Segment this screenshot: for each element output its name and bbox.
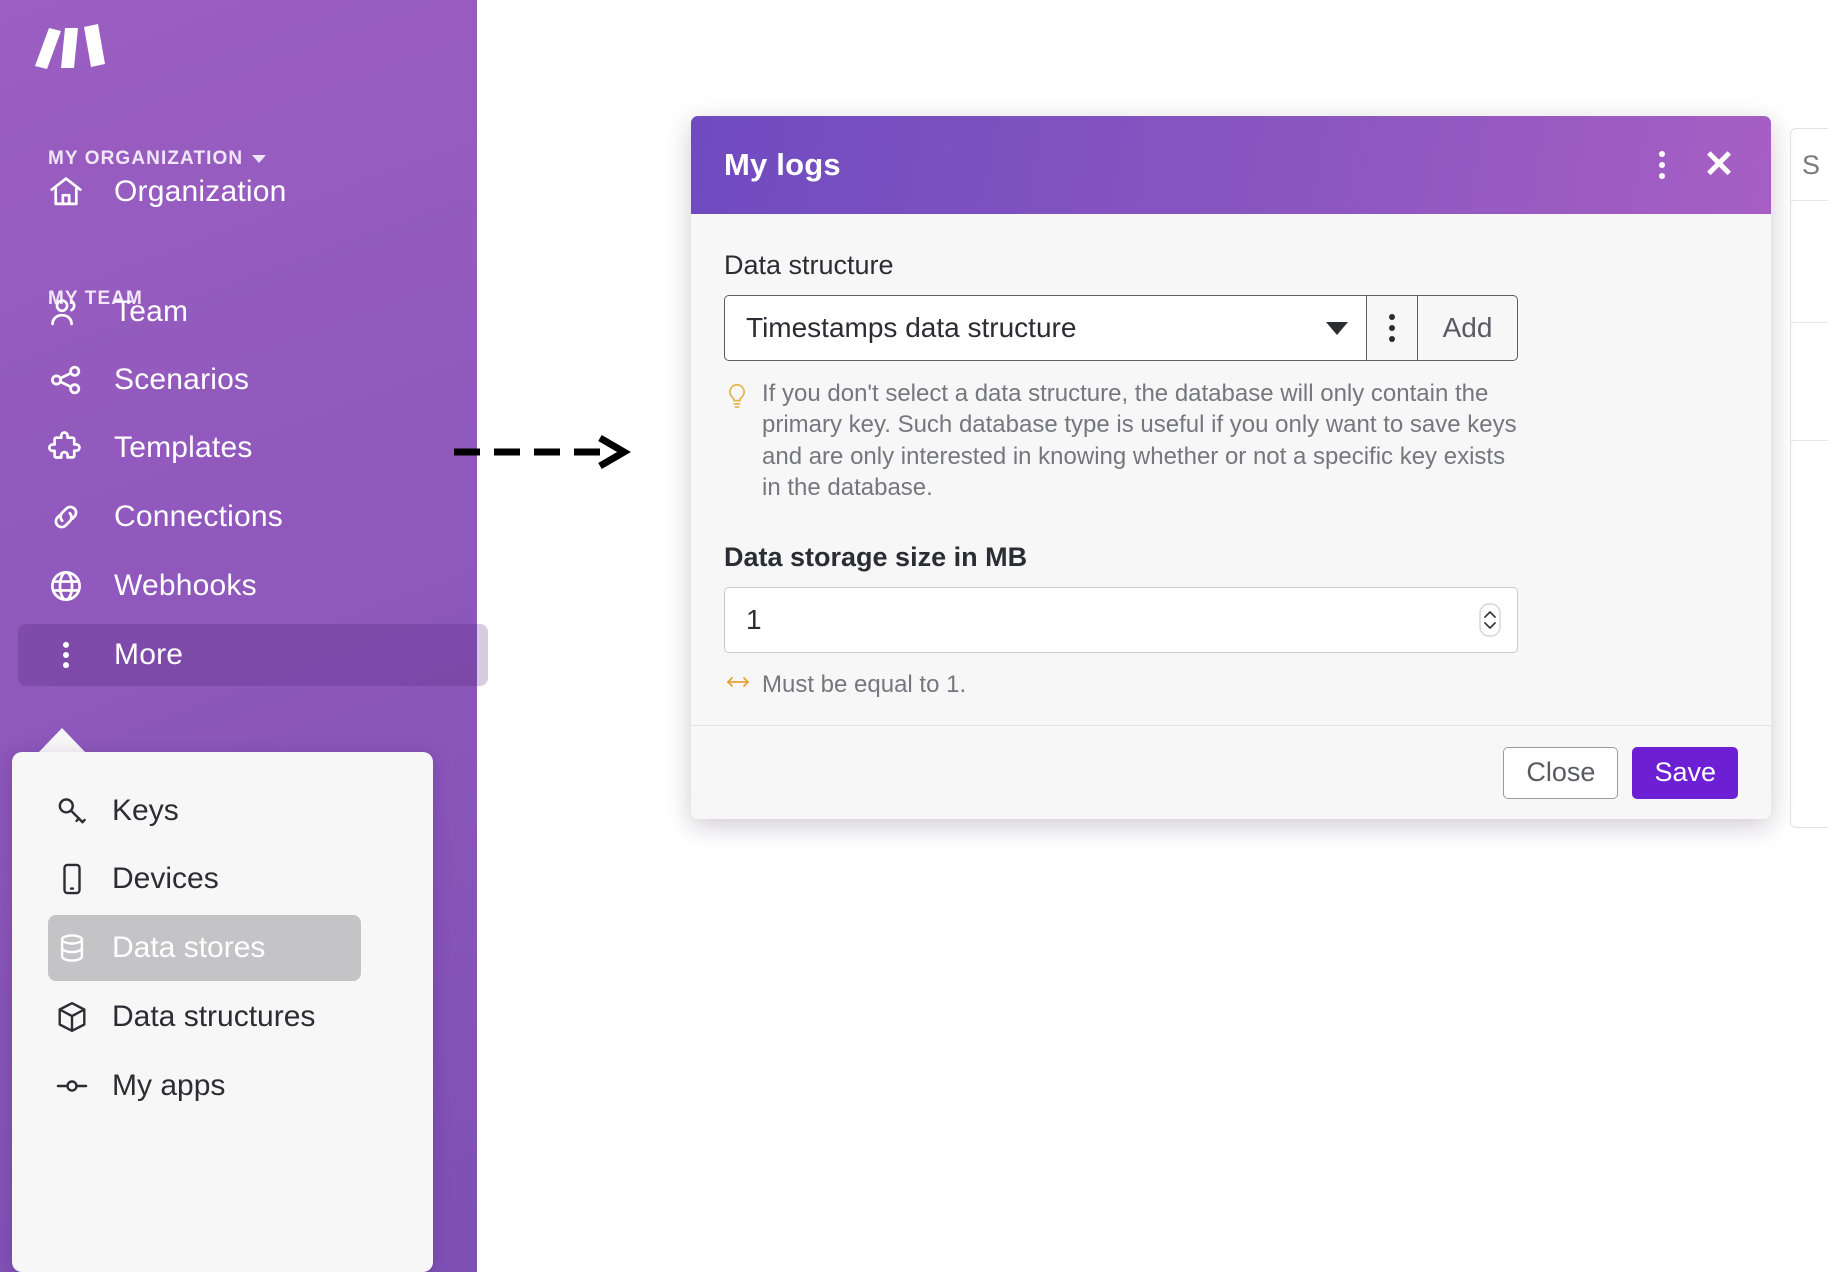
lightbulb-icon bbox=[724, 378, 762, 504]
add-data-structure-button[interactable]: Add bbox=[1417, 295, 1518, 361]
globe-icon bbox=[43, 567, 89, 605]
storage-size-validation-text: Must be equal to 1. bbox=[762, 670, 967, 698]
sidebar-item-label: More bbox=[114, 638, 184, 671]
popover-item-label: Keys bbox=[112, 794, 179, 827]
popover-arrow bbox=[38, 728, 86, 753]
popover-item-devices[interactable]: Devices bbox=[48, 846, 361, 912]
popover-item-label: Data structures bbox=[112, 1000, 316, 1033]
kebab-icon[interactable] bbox=[1653, 145, 1671, 185]
data-structure-select[interactable]: Timestamps data structure bbox=[724, 295, 1366, 361]
modal-body: Data structure Timestamps data structure… bbox=[691, 214, 1771, 725]
modal-title: My logs bbox=[724, 147, 841, 182]
data-structure-kebab-button[interactable] bbox=[1366, 295, 1417, 361]
make-logo[interactable] bbox=[33, 22, 111, 74]
close-icon[interactable]: ✕ bbox=[1697, 142, 1741, 188]
database-icon bbox=[48, 930, 96, 966]
modal-footer: Close Save bbox=[691, 725, 1771, 819]
screen: S MY ORGANIZATION Organization MY TEAM T… bbox=[0, 0, 1828, 1272]
background-panel-divider bbox=[1790, 200, 1828, 201]
arrows-horizontal-icon bbox=[724, 672, 762, 697]
popover-item-data-stores[interactable]: Data stores bbox=[48, 915, 361, 981]
sidebar-item-label: Scenarios bbox=[114, 363, 250, 396]
background-panel bbox=[1790, 128, 1828, 828]
sidebar-item-label: Webhooks bbox=[114, 569, 257, 602]
popover-item-label: My apps bbox=[112, 1069, 226, 1102]
puzzle-piece-icon bbox=[43, 429, 89, 467]
sidebar-item-webhooks[interactable]: Webhooks bbox=[18, 555, 488, 617]
storage-size-input[interactable]: 1 bbox=[724, 586, 1518, 653]
data-structure-hint: If you don't select a data structure, th… bbox=[724, 378, 1524, 504]
modal-header-actions: ✕ bbox=[1653, 116, 1741, 214]
dashed-arrow-annotation bbox=[452, 432, 632, 472]
data-structure-hint-text: If you don't select a data structure, th… bbox=[762, 380, 1517, 502]
storage-size-value: 1 bbox=[746, 603, 762, 635]
phone-icon bbox=[48, 861, 96, 897]
sidebar-item-label: Connections bbox=[114, 500, 283, 533]
node-icon bbox=[48, 1068, 96, 1104]
cube-icon bbox=[48, 999, 96, 1035]
link-icon bbox=[43, 498, 89, 536]
kebab-icon bbox=[43, 636, 89, 674]
data-structure-row: Timestamps data structure Add bbox=[724, 295, 1518, 361]
more-popover-menu: Keys Devices Data stores Data structures… bbox=[12, 752, 433, 1272]
sidebar-item-label: Organization bbox=[114, 175, 287, 208]
close-button[interactable]: Close bbox=[1503, 746, 1619, 799]
popover-item-label: Data stores bbox=[112, 931, 266, 964]
my-logs-modal: My logs ✕ Data structure Timestamps data… bbox=[691, 116, 1771, 819]
save-button[interactable]: Save bbox=[1632, 746, 1738, 799]
sidebar-item-label: Templates bbox=[114, 431, 253, 464]
sidebar-item-scenarios[interactable]: Scenarios bbox=[18, 349, 488, 411]
popover-item-data-structures[interactable]: Data structures bbox=[48, 984, 361, 1050]
storage-size-validation: Must be equal to 1. bbox=[724, 671, 1738, 699]
popover-item-my-apps[interactable]: My apps bbox=[48, 1053, 361, 1119]
data-structure-selected-value: Timestamps data structure bbox=[746, 312, 1077, 343]
popover-item-label: Devices bbox=[112, 862, 219, 895]
background-panel-divider bbox=[1790, 322, 1828, 323]
sidebar-item-organization[interactable]: Organization bbox=[18, 161, 488, 223]
sidebar-item-connections[interactable]: Connections bbox=[18, 486, 488, 548]
share-nodes-icon bbox=[43, 361, 89, 399]
sidebar-item-team[interactable]: Team bbox=[18, 281, 488, 343]
stepper-icon[interactable] bbox=[1479, 603, 1501, 637]
chevron-down-icon bbox=[1326, 321, 1348, 335]
sidebar-item-label: Team bbox=[114, 295, 189, 328]
background-panel-divider bbox=[1790, 440, 1828, 441]
data-structure-label: Data structure bbox=[724, 250, 894, 280]
sidebar-item-more[interactable]: More bbox=[18, 624, 488, 686]
storage-size-label: Data storage size in MB bbox=[724, 541, 1028, 572]
background-panel-title: S bbox=[1802, 150, 1821, 180]
popover-item-keys[interactable]: Keys bbox=[48, 778, 361, 844]
sidebar-item-templates[interactable]: Templates bbox=[18, 417, 488, 479]
people-icon bbox=[43, 293, 89, 331]
key-icon bbox=[48, 793, 96, 829]
home-icon bbox=[43, 173, 89, 211]
modal-header: My logs ✕ bbox=[691, 116, 1771, 214]
